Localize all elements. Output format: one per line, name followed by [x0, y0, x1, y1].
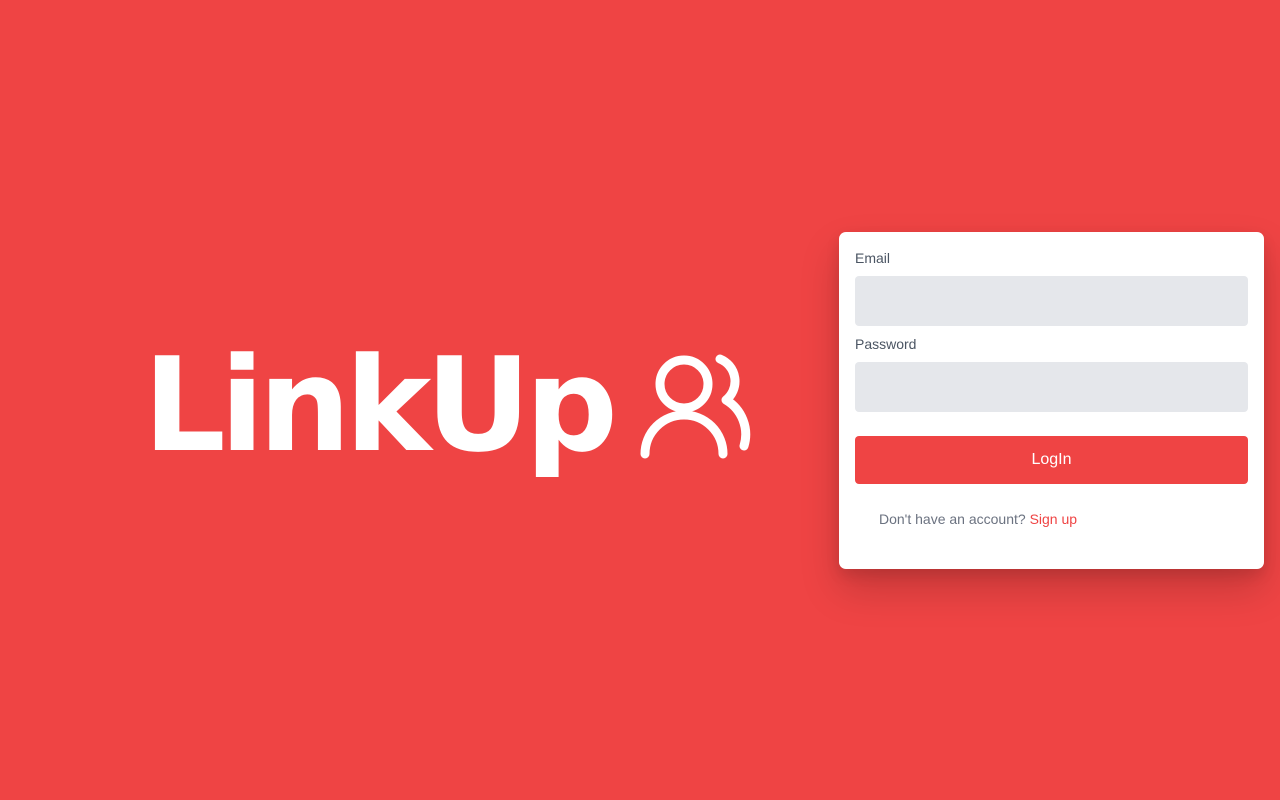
email-field[interactable] — [855, 276, 1248, 326]
users-icon — [640, 354, 751, 459]
brand-logo: LinkUp — [143, 325, 758, 485]
brand-name: LinkUp — [143, 329, 618, 481]
email-label: Email — [855, 250, 891, 266]
login-card: Email Password LogIn Don't have an accou… — [839, 232, 1264, 569]
login-button[interactable]: LogIn — [855, 436, 1248, 484]
password-label: Password — [855, 336, 917, 352]
signup-link[interactable]: Sign up — [1030, 511, 1077, 527]
signup-prompt: Don't have an account? — [879, 511, 1026, 527]
password-field[interactable] — [855, 362, 1248, 412]
signup-row: Don't have an account? Sign up — [879, 511, 1077, 527]
